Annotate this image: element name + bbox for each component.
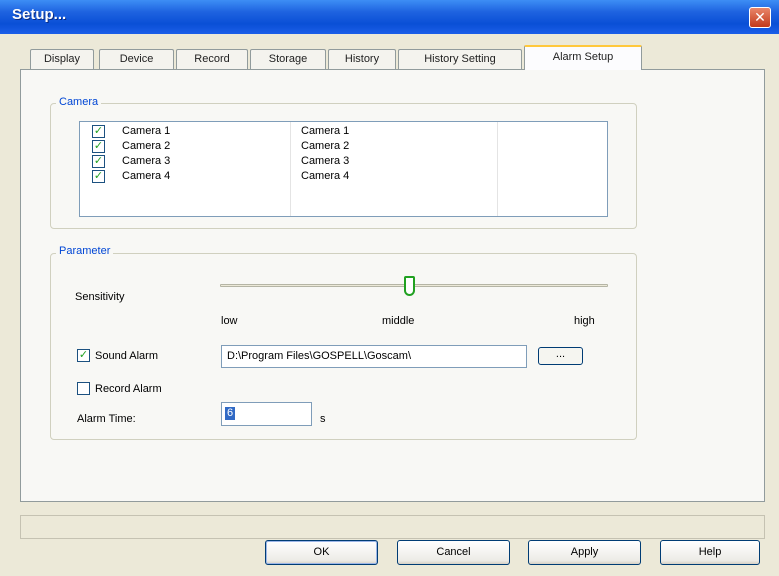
camera-row-1[interactable]: ✓ Camera 1 Camera 1 xyxy=(80,124,607,139)
tab-record[interactable]: Record xyxy=(176,49,248,69)
tab-device[interactable]: Device xyxy=(99,49,174,69)
alarm-time-value: 6 xyxy=(225,407,236,420)
camera-4-name: Camera 4 xyxy=(122,170,171,182)
parameter-group-legend: Parameter xyxy=(56,245,114,257)
scale-low-label: low xyxy=(221,315,238,327)
alarm-time-unit: s xyxy=(320,413,326,425)
camera-3-checkbox[interactable]: ✓ xyxy=(92,155,105,168)
sound-alarm-label: Sound Alarm xyxy=(95,350,158,362)
scale-high-label: high xyxy=(574,315,595,327)
scale-middle-label: middle xyxy=(382,315,415,327)
alarm-time-input[interactable]: 6 xyxy=(221,402,312,426)
title-bar[interactable]: Setup... ✕ xyxy=(0,0,779,34)
tab-alarm-setup[interactable]: Alarm Setup xyxy=(524,45,642,70)
sound-file-path-input[interactable]: D:\Program Files\GOSPELL\Goscam\ xyxy=(221,345,527,368)
camera-4-alias: Camera 4 xyxy=(301,170,350,182)
sensitivity-slider-thumb[interactable] xyxy=(404,276,415,296)
tab-display[interactable]: Display xyxy=(30,49,94,69)
tab-storage[interactable]: Storage xyxy=(250,49,326,69)
camera-1-alias: Camera 1 xyxy=(301,125,350,137)
tab-history-setting[interactable]: History Setting xyxy=(398,49,522,69)
camera-4-checkbox[interactable]: ✓ xyxy=(92,170,105,183)
record-alarm-label: Record Alarm xyxy=(95,383,162,395)
camera-group-legend: Camera xyxy=(56,96,102,108)
record-alarm-checkbox[interactable] xyxy=(77,382,90,395)
camera-2-name: Camera 2 xyxy=(122,140,171,152)
camera-row-4[interactable]: ✓ Camera 4 Camera 4 xyxy=(80,169,607,184)
cancel-button[interactable]: Cancel xyxy=(397,540,510,565)
tab-history[interactable]: History xyxy=(328,49,396,69)
alarm-time-label: Alarm Time: xyxy=(77,413,136,425)
camera-1-checkbox[interactable]: ✓ xyxy=(92,125,105,138)
camera-3-name: Camera 3 xyxy=(122,155,171,167)
help-button[interactable]: Help xyxy=(660,540,760,565)
browse-button[interactable]: ... xyxy=(538,347,583,365)
camera-3-alias: Camera 3 xyxy=(301,155,350,167)
close-button[interactable]: ✕ xyxy=(749,7,771,28)
apply-button[interactable]: Apply xyxy=(528,540,641,565)
camera-row-2[interactable]: ✓ Camera 2 Camera 2 xyxy=(80,139,607,154)
camera-list[interactable]: ✓ Camera 1 Camera 1 ✓ Camera 2 Camera 2 … xyxy=(79,121,608,217)
camera-row-3[interactable]: ✓ Camera 3 Camera 3 xyxy=(80,154,607,169)
camera-1-name: Camera 1 xyxy=(122,125,171,137)
camera-2-checkbox[interactable]: ✓ xyxy=(92,140,105,153)
sensitivity-label: Sensitivity xyxy=(75,291,125,303)
status-bar xyxy=(20,515,765,539)
sound-alarm-checkbox[interactable]: ✓ xyxy=(77,349,90,362)
window-title: Setup... xyxy=(12,6,67,23)
camera-2-alias: Camera 2 xyxy=(301,140,350,152)
ok-button[interactable]: OK xyxy=(265,540,378,565)
